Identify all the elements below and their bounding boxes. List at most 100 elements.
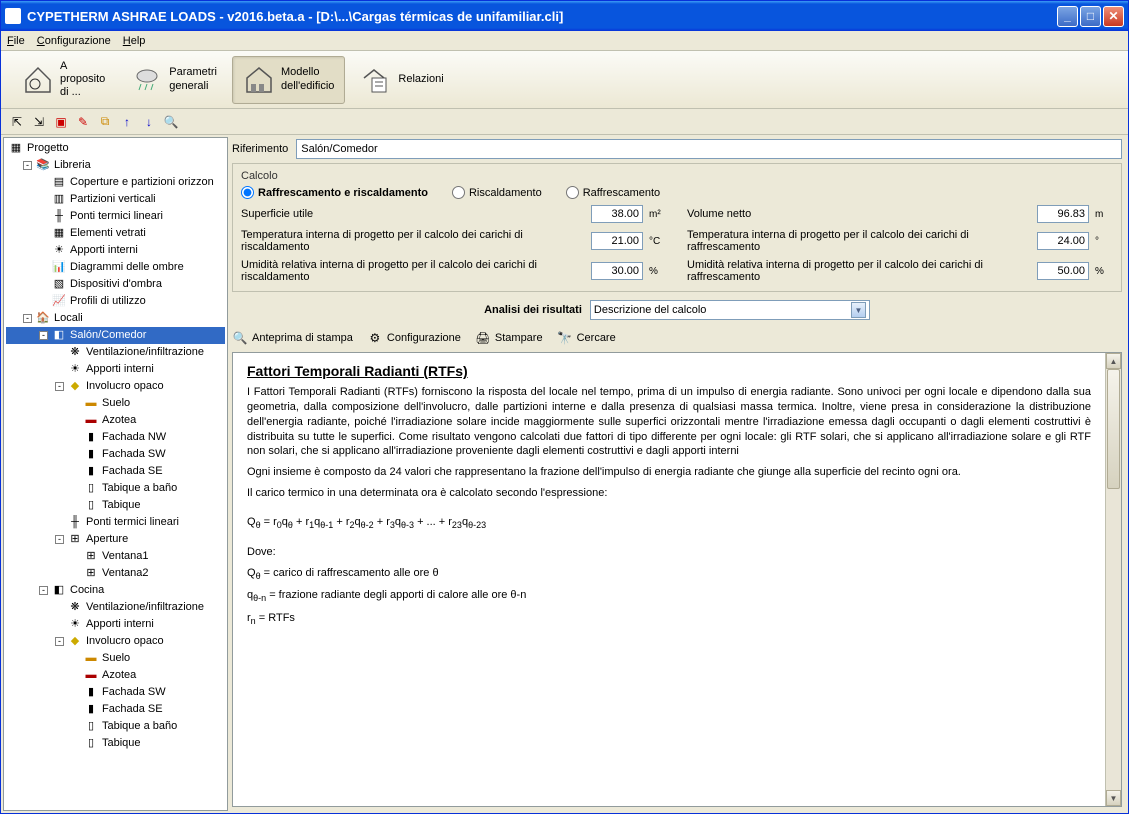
tree-item[interactable]: ╫Ponti termici lineari <box>6 514 225 531</box>
close-button[interactable]: ✕ <box>1103 6 1124 27</box>
tree-involucro[interactable]: -◆Involucro opaco <box>6 378 225 395</box>
partition-icon: ▯ <box>83 482 99 496</box>
tree-item[interactable]: ▯Tabique a baño <box>6 480 225 497</box>
tree-item[interactable]: ▤Coperture e partizioni orizzon <box>6 174 225 191</box>
tree-involucro2[interactable]: -◆Involucro opaco <box>6 633 225 650</box>
tree-item[interactable]: ⊞Ventana2 <box>6 565 225 582</box>
tree-collapse-icon[interactable]: ⇱ <box>9 114 25 130</box>
window-icon: ⊞ <box>83 550 99 564</box>
toggle-icon[interactable]: - <box>23 314 32 323</box>
analysis-select[interactable]: Descrizione del calcolo ▼ <box>590 300 870 320</box>
temp-cool-input[interactable] <box>1037 232 1089 250</box>
tree-item[interactable]: ▬Azotea <box>6 412 225 429</box>
surface-label: Superficie utile <box>241 208 585 220</box>
tree-item[interactable]: ☀Apporti interni <box>6 616 225 633</box>
tree-expand-icon[interactable]: ⇲ <box>31 114 47 130</box>
tree-item[interactable]: ⊞Ventana1 <box>6 548 225 565</box>
binoculars-icon: 🔭 <box>557 330 573 346</box>
chart-icon: 📊 <box>51 261 67 275</box>
tree-item[interactable]: ▬Azotea <box>6 667 225 684</box>
tree-root[interactable]: ▦Progetto <box>6 140 225 157</box>
temp-heat-input[interactable] <box>591 232 643 250</box>
tree-item[interactable]: ▬Suelo <box>6 395 225 412</box>
scroll-up-icon[interactable]: ▲ <box>1106 353 1121 369</box>
reference-input[interactable] <box>296 139 1122 159</box>
hum-cool-input[interactable] <box>1037 262 1089 280</box>
tree-item[interactable]: ▯Tabique <box>6 497 225 514</box>
tree-item[interactable]: ▮Fachada SW <box>6 446 225 463</box>
toggle-icon[interactable]: - <box>55 382 64 391</box>
print-preview-button[interactable]: 🔍Anteprima di stampa <box>232 330 353 346</box>
ribbon-model-label: Modellodell'edificio <box>281 66 334 92</box>
tree-item[interactable]: ▦Elementi vetrati <box>6 225 225 242</box>
unit-label: ° <box>1095 236 1113 247</box>
radio-cool[interactable]: Raffrescamento <box>566 186 660 199</box>
radio-heat[interactable]: Riscaldamento <box>452 186 542 199</box>
tree-item[interactable]: ▥Partizioni verticali <box>6 191 225 208</box>
volume-input[interactable] <box>1037 205 1089 223</box>
tree-room-cocina[interactable]: -◧Cocina <box>6 582 225 599</box>
tree-item[interactable]: ▯Tabique <box>6 735 225 752</box>
toggle-icon[interactable]: - <box>55 535 64 544</box>
chevron-down-icon[interactable]: ▼ <box>851 302 866 318</box>
hum-cool-label: Umidità relativa interna di progetto per… <box>687 259 1031 283</box>
tree-item[interactable]: ☀Apporti interni <box>6 361 225 378</box>
window-icon: ⊞ <box>83 567 99 581</box>
menu-file[interactable]: File <box>7 35 25 47</box>
tree-aperture[interactable]: -⊞Aperture <box>6 531 225 548</box>
ribbon-model[interactable]: Modellodell'edificio <box>232 56 345 104</box>
tree-item[interactable]: ▮Fachada SW <box>6 684 225 701</box>
tree-item[interactable]: ╫Ponti termici lineari <box>6 208 225 225</box>
surface-input[interactable] <box>591 205 643 223</box>
print-button[interactable]: 🖨Stampare <box>475 330 543 346</box>
menu-config[interactable]: Configurazione <box>37 35 111 47</box>
ribbon-params[interactable]: Parametrigenerali <box>120 56 228 104</box>
find-icon[interactable]: 🔍 <box>163 114 179 130</box>
move-down-icon[interactable]: ↓ <box>141 114 157 130</box>
ribbon-about[interactable]: Apropositodi ... <box>11 56 116 104</box>
ribbon-params-label: Parametrigenerali <box>169 66 217 92</box>
config-button[interactable]: ⚙Configurazione <box>367 330 461 346</box>
copy-item-icon[interactable]: ⧉ <box>97 114 113 130</box>
doc-equation: Qθ = r0qθ + r1qθ-1 + r2qθ-2 + r3qθ-3 + .… <box>247 515 1091 531</box>
tree-item[interactable]: ☀Apporti interni <box>6 242 225 259</box>
tree-item[interactable]: ❋Ventilazione/infiltrazione <box>6 344 225 361</box>
toggle-icon[interactable]: - <box>39 331 48 340</box>
toggle-icon[interactable]: - <box>23 161 32 170</box>
tree-locali[interactable]: -🏠Locali <box>6 310 225 327</box>
radio-both[interactable]: Raffrescamento e riscaldamento <box>241 186 428 199</box>
tree-item[interactable]: ▮Fachada NW <box>6 429 225 446</box>
scroll-down-icon[interactable]: ▼ <box>1106 790 1121 806</box>
search-button[interactable]: 🔭Cercare <box>557 330 616 346</box>
ribbon-reports[interactable]: Relazioni <box>349 56 454 104</box>
toggle-icon[interactable]: - <box>55 637 64 646</box>
window-icon: ⊞ <box>67 533 83 547</box>
tree-libreria[interactable]: -📚Libreria <box>6 157 225 174</box>
window-title: CYPETHERM ASHRAE LOADS - v2016.beta.a - … <box>27 9 1057 24</box>
tree-item[interactable]: 📈Profili di utilizzo <box>6 293 225 310</box>
tree-item[interactable]: ▯Tabique a baño <box>6 718 225 735</box>
maximize-button[interactable]: □ <box>1080 6 1101 27</box>
unit-label: m² <box>649 209 667 220</box>
move-up-icon[interactable]: ↑ <box>119 114 135 130</box>
tree-item[interactable]: ▮Fachada SE <box>6 701 225 718</box>
minimize-button[interactable]: _ <box>1057 6 1078 27</box>
menu-help[interactable]: Help <box>123 35 146 47</box>
tree-item[interactable]: ❋Ventilazione/infiltrazione <box>6 599 225 616</box>
scroll-thumb[interactable] <box>1107 369 1120 489</box>
add-item-icon[interactable]: ▣ <box>53 114 69 130</box>
tree-item[interactable]: ▧Dispositivi d'ombra <box>6 276 225 293</box>
bridge-icon: ╫ <box>51 210 67 224</box>
hum-heat-input[interactable] <box>591 262 643 280</box>
tree-item[interactable]: ▬Suelo <box>6 650 225 667</box>
tree-item[interactable]: 📊Diagrammi delle ombre <box>6 259 225 276</box>
tree-room-salon[interactable]: -◧Salón/Comedor <box>6 327 225 344</box>
book-icon: 📚 <box>35 159 51 173</box>
project-tree[interactable]: ▦Progetto -📚Libreria ▤Coperture e partiz… <box>4 138 227 810</box>
tree-item[interactable]: ▮Fachada SE <box>6 463 225 480</box>
content-panel: Riferimento Calcolo Raffrescamento e ris… <box>230 135 1128 813</box>
vertical-scrollbar[interactable]: ▲ ▼ <box>1105 353 1121 806</box>
room-icon: ◧ <box>51 584 67 598</box>
toggle-icon[interactable]: - <box>39 586 48 595</box>
edit-item-icon[interactable]: ✎ <box>75 114 91 130</box>
